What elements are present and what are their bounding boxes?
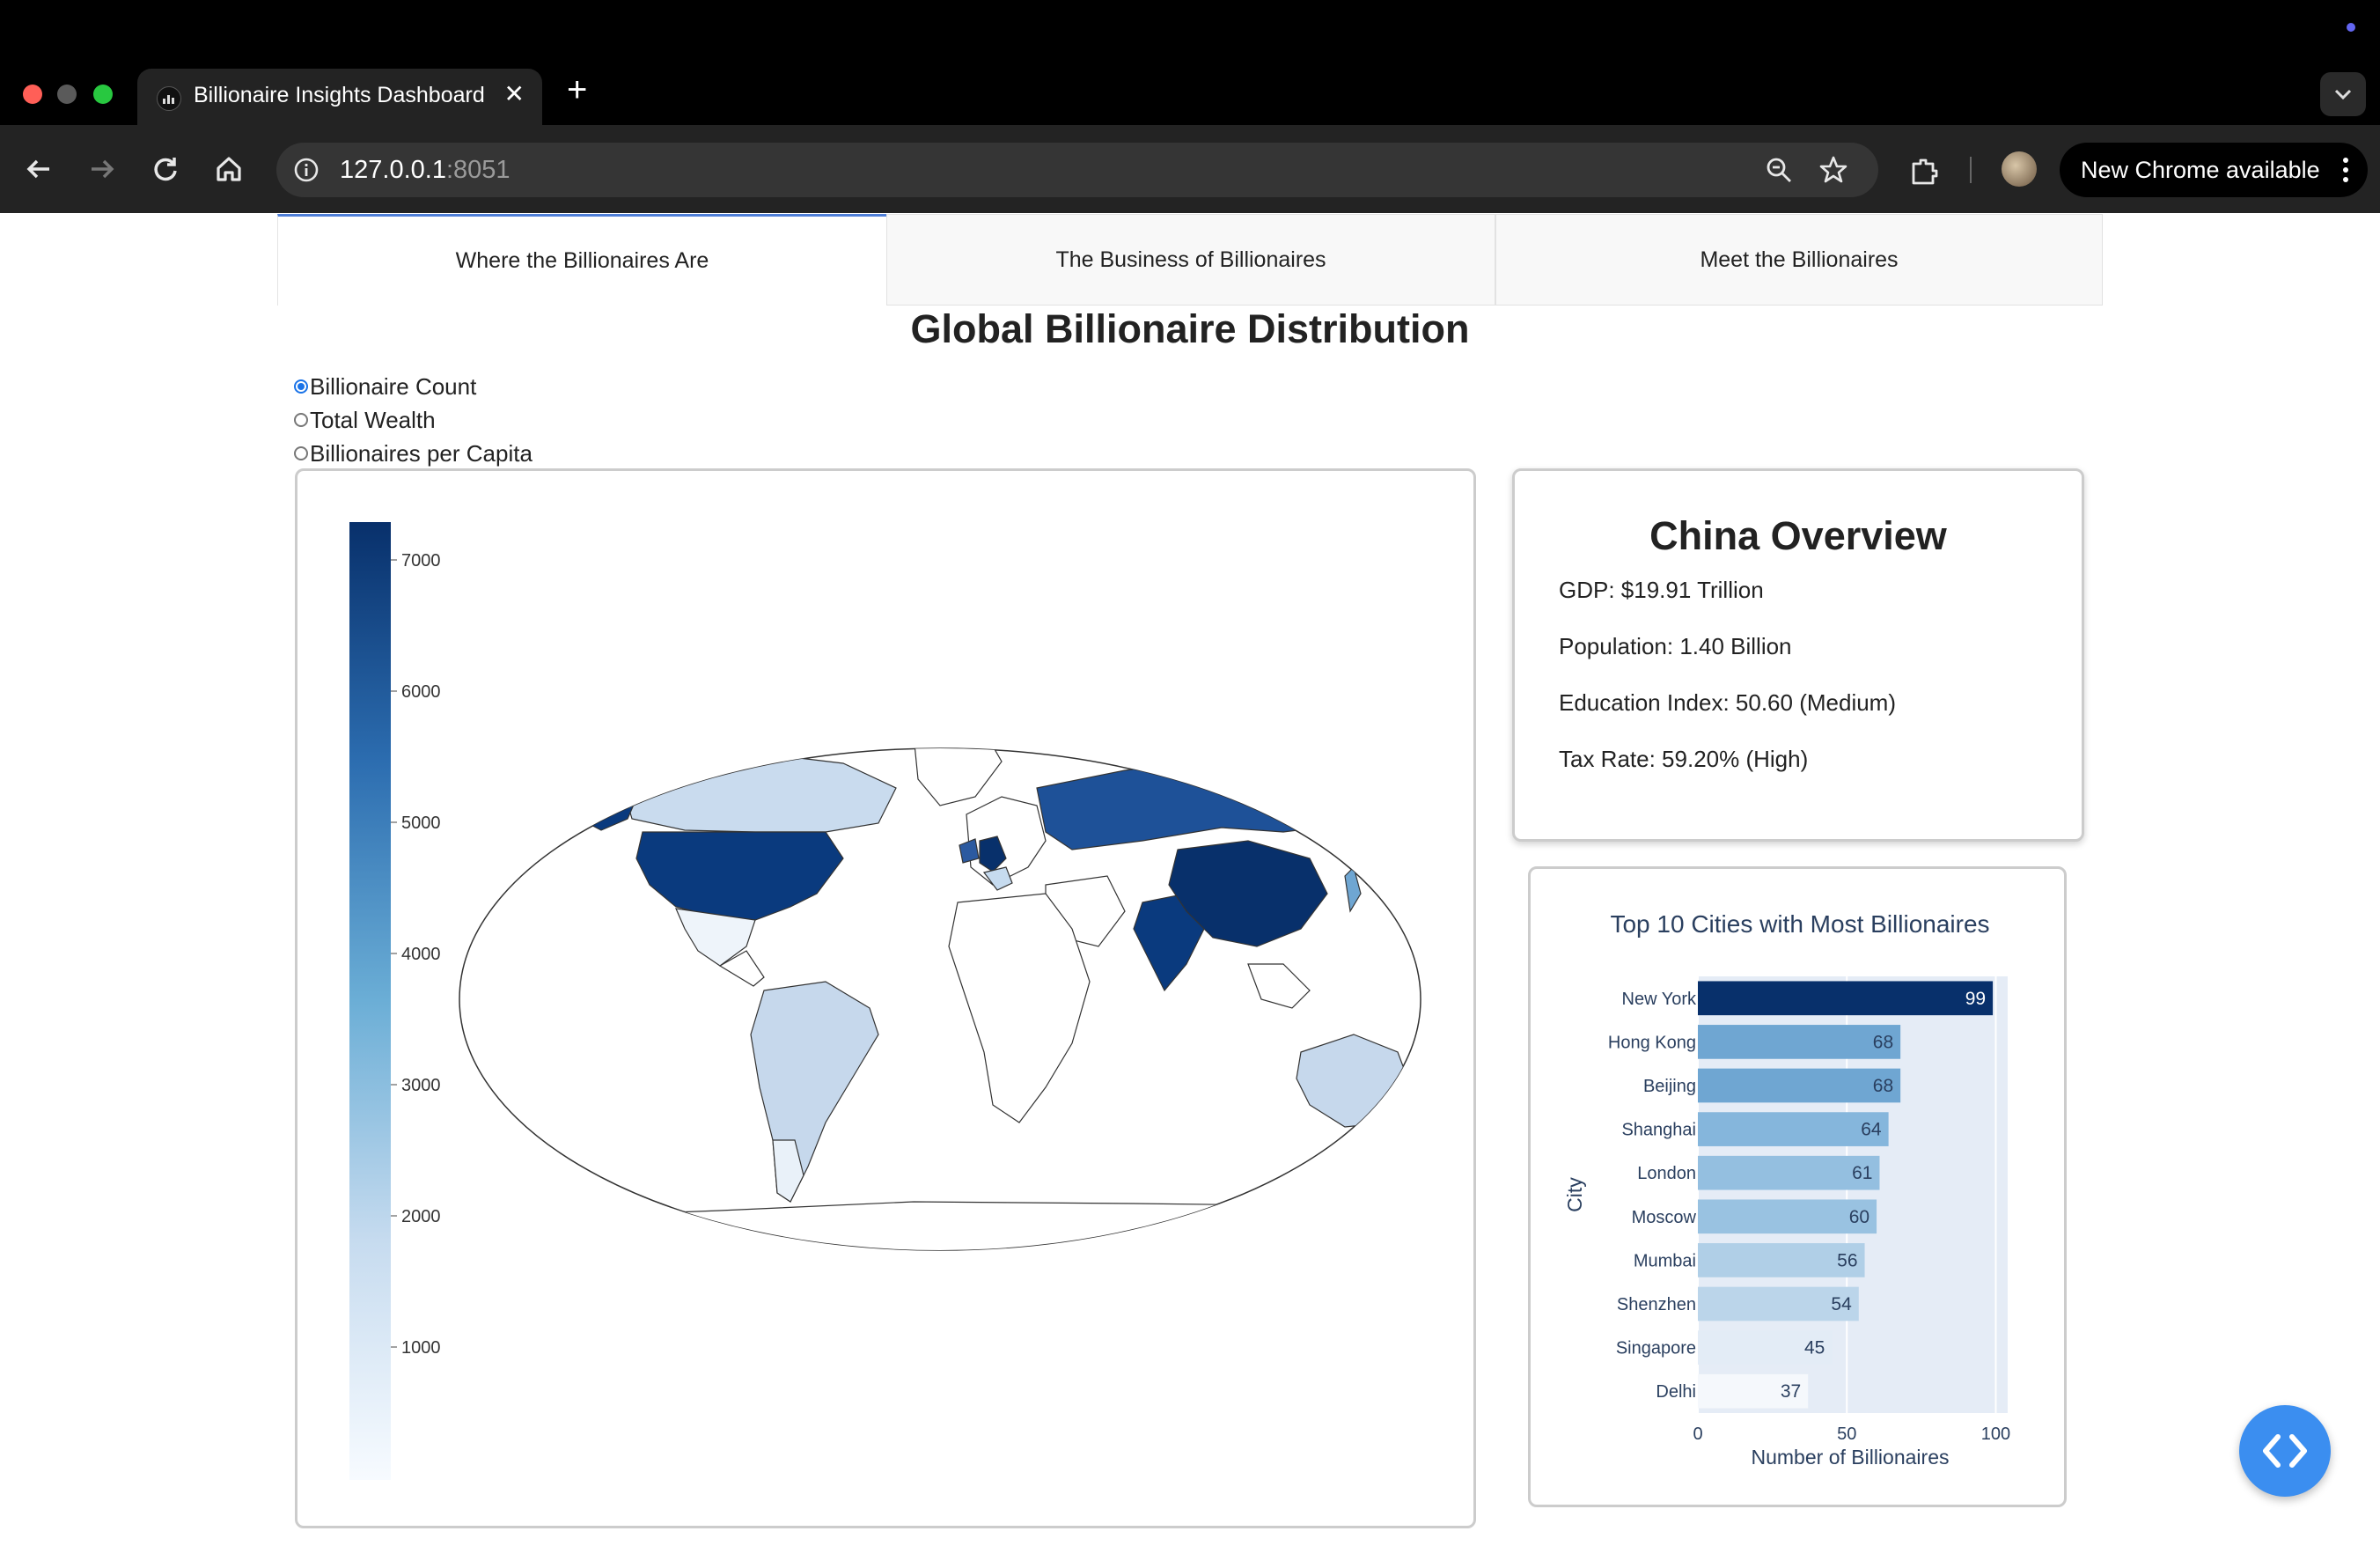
new-tab-button[interactable]: +: [567, 72, 587, 107]
forward-icon[interactable]: [84, 151, 120, 187]
more-menu-icon[interactable]: [2341, 155, 2350, 185]
new-chrome-available-button[interactable]: New Chrome available: [2060, 143, 2368, 197]
category-label: New York: [1622, 990, 1697, 1009]
back-icon[interactable]: [21, 151, 56, 187]
overview-gdp: GDP: $19.91 Trillion: [1559, 577, 1764, 603]
category-label: Singapore: [1616, 1339, 1696, 1358]
site-info-icon[interactable]: [292, 156, 320, 184]
colorbar-tick-label: 5000: [401, 813, 441, 833]
category-label: Hong Kong: [1608, 1033, 1696, 1052]
colorbar-tick-label: 3000: [401, 1076, 441, 1095]
choropleth-map-card: 7000 6000 5000 4000 3000 2000 1000: [295, 468, 1476, 1528]
country-antarctica: [490, 1201, 1407, 1250]
top-cities-chart-card: Top 10 Cities with Most Billionaires 99 6…: [1528, 866, 2067, 1507]
country-overview-card: China Overview GDP: $19.91 Trillion Popu…: [1512, 468, 2084, 842]
radio-label: Billionaire Count: [310, 372, 477, 400]
reload-icon[interactable]: [148, 151, 183, 187]
overview-tax-rate: Tax Rate: 59.20% (High): [1559, 746, 1809, 772]
toolbar-divider: [1970, 157, 1972, 183]
overview-education-index: Education Index: 50.60 (Medium): [1559, 689, 1896, 716]
colorbar-tick-label: 1000: [401, 1338, 441, 1358]
code-toggle-button[interactable]: [2239, 1405, 2331, 1497]
top-cities-bar-chart: Top 10 Cities with Most Billionaires 99 6…: [1563, 910, 2010, 1469]
category-label: Moscow: [1632, 1208, 1697, 1227]
bar-value-label: 61: [1852, 1163, 1872, 1183]
browser-tab-strip: Billionaire Insights Dashboard ✕ +: [0, 0, 2380, 125]
radio-button[interactable]: [294, 446, 308, 460]
browser-tab[interactable]: Billionaire Insights Dashboard ✕: [137, 69, 542, 125]
category-label: Delhi: [1656, 1382, 1696, 1402]
colorbar-tick-label: 6000: [401, 682, 441, 702]
zoom-icon[interactable]: [1764, 155, 1794, 185]
colorbar-tick-label: 4000: [401, 945, 441, 964]
radio-option-billionaire-count[interactable]: Billionaire Count: [294, 370, 533, 403]
extensions-icon[interactable]: [1908, 155, 1940, 187]
page-title: Global Billionaire Distribution: [910, 306, 1470, 351]
dashboard-favicon-icon: [157, 86, 181, 111]
metric-radio-group: Billionaire Count Total Wealth Billionai…: [294, 370, 533, 470]
radio-label: Total Wealth: [310, 406, 436, 433]
browser-toolbar: 127.0.0.1:8051 New Chrome available: [0, 125, 2380, 213]
bar-value-label: 45: [1804, 1338, 1825, 1358]
close-window-button[interactable]: [23, 85, 42, 104]
colorbar: [349, 522, 391, 1480]
bookmark-star-icon[interactable]: [1818, 155, 1848, 185]
radio-option-per-capita[interactable]: Billionaires per Capita: [294, 437, 533, 470]
bar-value-label: 68: [1873, 1076, 1893, 1096]
bar-value-label: 68: [1873, 1032, 1893, 1052]
maximize-window-button[interactable]: [93, 85, 113, 104]
category-label: Shanghai: [1621, 1121, 1696, 1140]
world-choropleth-map[interactable]: 7000 6000 5000 4000 3000 2000 1000: [298, 471, 1473, 1526]
x-tick-label: 0: [1693, 1425, 1702, 1444]
bar-value-label: 99: [1965, 989, 1986, 1009]
x-tick-label: 100: [1981, 1425, 2010, 1444]
bar[interactable]: [1698, 1025, 1901, 1059]
radio-option-total-wealth[interactable]: Total Wealth: [294, 403, 533, 437]
colorbar-tick-label: 7000: [401, 551, 441, 571]
home-icon[interactable]: [211, 151, 246, 187]
bar-value-label: 37: [1781, 1381, 1801, 1402]
chart-title: Top 10 Cities with Most Billionaires: [1610, 910, 1989, 938]
tab-business-of-billionaires[interactable]: The Business of Billionaires: [886, 214, 1495, 306]
radio-button[interactable]: [294, 379, 308, 394]
y-axis-label: City: [1563, 1177, 1586, 1212]
chevron-down-icon: [2334, 89, 2352, 100]
profile-indicator-icon: [2347, 23, 2355, 32]
colorbar-ticks: 7000 6000 5000 4000 3000 2000 1000: [391, 551, 441, 1358]
minimize-window-button[interactable]: [57, 85, 77, 104]
colorbar-tick-label: 2000: [401, 1207, 441, 1226]
category-label: Shenzhen: [1617, 1295, 1696, 1314]
bar-value-label: 64: [1861, 1120, 1882, 1140]
address-bar[interactable]: 127.0.0.1:8051: [276, 143, 1878, 197]
tab-meet-the-billionaires[interactable]: Meet the Billionaires: [1495, 214, 2103, 306]
dashboard-tabs: Where the Billionaires Are The Business …: [277, 214, 2103, 307]
tab-search-button[interactable]: [2320, 72, 2366, 116]
bar[interactable]: [1698, 1112, 1889, 1146]
bar-value-label: 54: [1831, 1294, 1852, 1314]
category-label: London: [1637, 1164, 1696, 1183]
x-tick-label: 50: [1837, 1425, 1856, 1444]
bar-value-label: 60: [1849, 1207, 1869, 1227]
overview-title: China Overview: [1649, 513, 1947, 558]
category-label: Mumbai: [1634, 1251, 1696, 1270]
bar-value-label: 56: [1837, 1250, 1857, 1270]
tab-where-the-billionaires-are[interactable]: Where the Billionaires Are: [277, 214, 886, 306]
radio-button[interactable]: [294, 413, 308, 427]
code-brackets-icon: [2263, 1434, 2307, 1468]
url-text: 127.0.0.1:8051: [340, 156, 511, 184]
radio-label: Billionaires per Capita: [310, 439, 533, 467]
close-tab-icon[interactable]: ✕: [504, 79, 525, 108]
category-label: Beijing: [1643, 1077, 1696, 1096]
profile-avatar[interactable]: [2002, 151, 2037, 187]
bar[interactable]: [1698, 1068, 1901, 1103]
overview-population: Population: 1.40 Billion: [1559, 633, 1792, 659]
tab-title: Billionaire Insights Dashboard: [194, 83, 485, 107]
x-axis-label: Number of Billionaires: [1752, 1446, 1950, 1469]
bar[interactable]: [1698, 981, 1994, 1016]
